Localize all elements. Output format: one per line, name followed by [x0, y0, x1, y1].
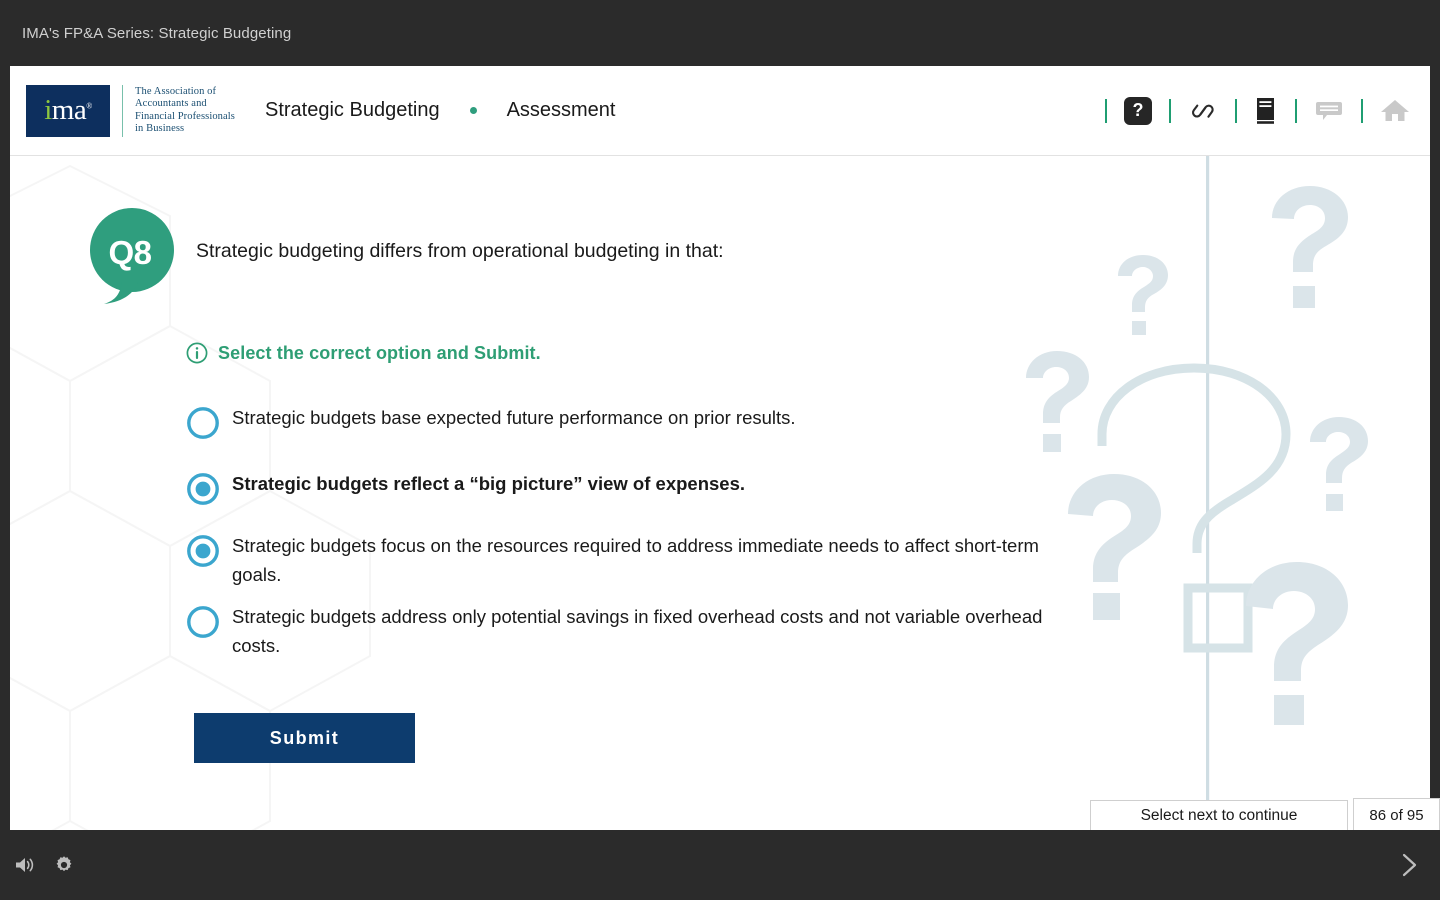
title-separator-dot	[469, 107, 477, 114]
player-control-bar	[0, 830, 1440, 900]
header-icon-bar: ?	[1088, 96, 1430, 126]
player-right-controls	[1396, 850, 1440, 880]
ima-logo-tagline: The Association of Accountants and Finan…	[135, 85, 235, 135]
header-title-group: Strategic Budgeting Assessment	[265, 99, 616, 122]
course-title-bar: IMA's FP&A Series: Strategic Budgeting	[0, 0, 1440, 66]
slide-frame: ima® The Association of Accountants and …	[10, 66, 1430, 830]
next-chevron-icon[interactable]	[1396, 850, 1422, 880]
answer-option-label: Strategic budgets base expected future p…	[232, 407, 796, 428]
radio-button-unselected[interactable]	[186, 605, 220, 639]
info-icon	[186, 342, 208, 364]
logo-divider	[122, 84, 123, 137]
icon-separator	[1295, 98, 1297, 123]
ima-logo-wordmark: ima®	[44, 94, 92, 126]
answer-option-label: Strategic budgets reflect a “big picture…	[232, 473, 746, 494]
answer-option-label: Strategic budgets focus on the resources…	[232, 535, 1039, 585]
answer-option[interactable]: Strategic budgets reflect a “big picture…	[186, 470, 1086, 506]
volume-icon[interactable]	[14, 855, 36, 875]
help-icon[interactable]: ?	[1124, 96, 1152, 125]
question-prompt-text: Strategic budgeting differs from operati…	[196, 240, 724, 262]
answer-option[interactable]: Strategic budgets focus on the resources…	[186, 532, 1086, 589]
answer-options-list: Strategic budgets base expected future p…	[186, 404, 1086, 660]
answer-option[interactable]: Strategic budgets base expected future p…	[186, 404, 1086, 440]
next-hint-chip: Select next to continue	[1090, 800, 1348, 832]
home-icon[interactable]	[1380, 97, 1410, 124]
radio-button-unselected[interactable]	[186, 406, 220, 440]
lesson-title: Strategic Budgeting	[265, 99, 440, 121]
icon-separator	[1105, 98, 1107, 123]
link-icon[interactable]	[1188, 98, 1218, 124]
ima-logo: ima® The Association of Accountants and …	[10, 84, 235, 137]
icon-separator	[1235, 98, 1237, 123]
lesson-section: Assessment	[506, 99, 616, 121]
player-left-controls	[0, 855, 74, 875]
help-icon-glyph: ?	[1124, 96, 1152, 125]
question-body: Q8 Strategic budgeting differs from oper…	[10, 156, 1430, 830]
book-icon[interactable]	[1254, 96, 1278, 126]
radio-button-selected[interactable]	[186, 534, 220, 568]
question-number-badge: Q8	[82, 208, 178, 304]
comment-icon[interactable]	[1314, 98, 1344, 124]
submit-button[interactable]: Submit	[194, 713, 415, 763]
settings-gear-icon[interactable]	[54, 855, 74, 875]
ima-logo-mark: ima®	[26, 84, 110, 137]
answer-option[interactable]: Strategic budgets address only potential…	[186, 603, 1086, 660]
icon-separator	[1361, 98, 1363, 123]
icon-separator	[1169, 98, 1171, 123]
registered-mark: ®	[86, 101, 92, 111]
question-prompt-row: Q8 Strategic budgeting differs from oper…	[82, 208, 724, 304]
slide-header: ima® The Association of Accountants and …	[10, 66, 1430, 156]
instruction-text: Select the correct option and Submit.	[218, 342, 541, 363]
course-title: IMA's FP&A Series: Strategic Budgeting	[22, 24, 292, 42]
radio-button-selected[interactable]	[186, 472, 220, 506]
instruction-row: Select the correct option and Submit.	[186, 342, 541, 364]
slide-counter-chip: 86 of 95	[1353, 798, 1440, 832]
answer-option-label: Strategic budgets address only potential…	[232, 606, 1043, 656]
question-number-label: Q8	[108, 234, 152, 271]
